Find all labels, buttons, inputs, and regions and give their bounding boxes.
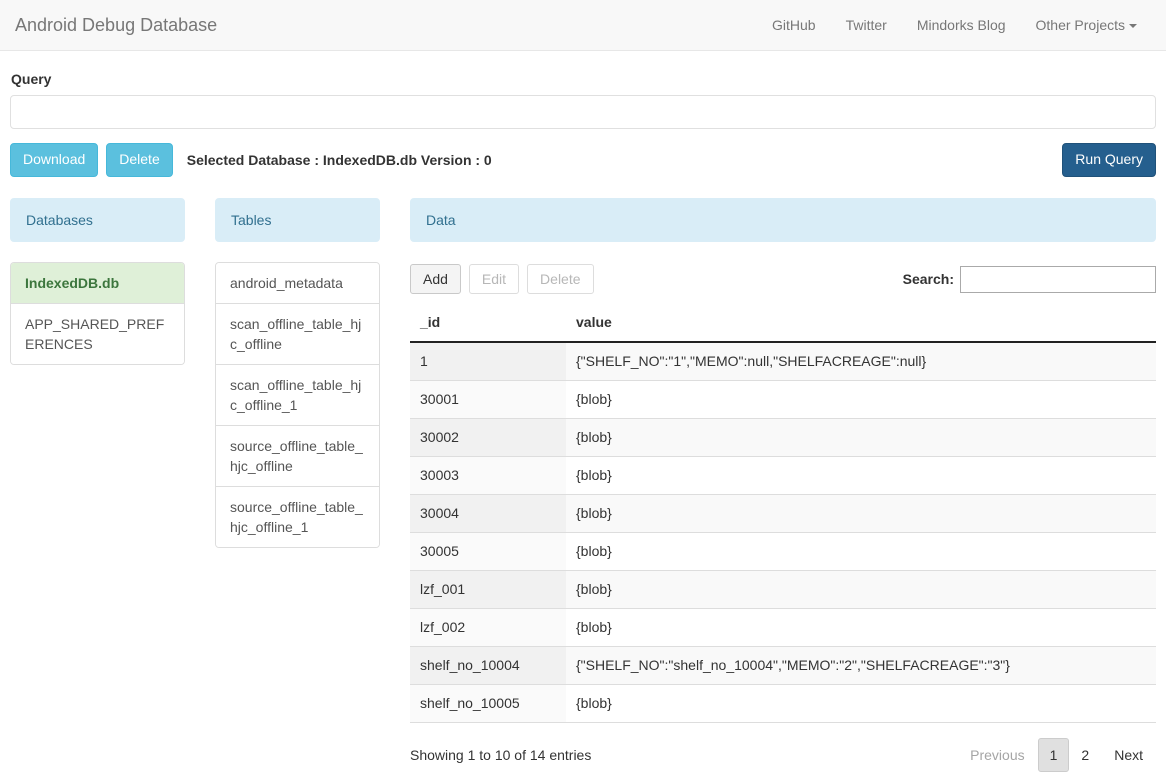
page-container: Query Download Delete Selected Database … — [0, 71, 1166, 773]
add-row-button[interactable]: Add — [410, 264, 461, 294]
database-list-item-indexeddb[interactable]: IndexedDB.db — [11, 263, 184, 304]
tables-list: android_metadata scan_offline_table_hjc_… — [215, 262, 380, 548]
action-bar: Download Delete Selected Database : Inde… — [10, 143, 1156, 177]
cell-id: 30004 — [410, 494, 566, 533]
cell-value: {blob} — [566, 418, 1156, 457]
pagination-previous[interactable]: Previous — [957, 738, 1037, 772]
table-row[interactable]: 30004 {blob} — [410, 494, 1156, 533]
cell-value: {blob} — [566, 380, 1156, 419]
table-row[interactable]: shelf_no_10005 {blob} — [410, 684, 1156, 723]
table-row[interactable]: 30002 {blob} — [410, 418, 1156, 457]
cell-id: 30003 — [410, 456, 566, 495]
nav-link-github[interactable]: GitHub — [757, 0, 831, 50]
cell-value: {blob} — [566, 570, 1156, 609]
databases-column: Databases IndexedDB.db APP_SHARED_PREFER… — [10, 198, 185, 365]
pagination-page-2[interactable]: 2 — [1069, 738, 1101, 772]
data-column: Data Add Edit Delete Search: _id value 1… — [410, 198, 1156, 773]
nav-link-other-projects[interactable]: Other Projects — [1021, 0, 1152, 50]
edit-row-button[interactable]: Edit — [468, 264, 520, 294]
cell-id: 1 — [410, 342, 566, 381]
query-label: Query — [11, 71, 52, 87]
download-button[interactable]: Download — [10, 143, 99, 177]
cell-value: {"SHELF_NO":"1","MEMO":null,"SHELFACREAG… — [566, 342, 1156, 381]
table-row[interactable]: shelf_no_10004 {"SHELF_NO":"shelf_no_100… — [410, 646, 1156, 685]
table-row[interactable]: 30001 {blob} — [410, 380, 1156, 419]
navbar-links: GitHub Twitter Mindorks Blog Other Proje… — [757, 0, 1152, 50]
tables-column: Tables android_metadata scan_offline_tab… — [215, 198, 380, 548]
search-area: Search: — [902, 265, 1156, 293]
app-brand-title[interactable]: Android Debug Database — [14, 15, 218, 35]
cell-id: shelf_no_10005 — [410, 684, 566, 723]
nav-link-other-projects-label: Other Projects — [1035, 17, 1125, 33]
selected-database-status: Selected Database : IndexedDB.db Version… — [186, 152, 492, 168]
table-list-item-android-metadata[interactable]: android_metadata — [216, 263, 379, 304]
cell-value: {blob} — [566, 494, 1156, 533]
data-table-header-row: _id value — [410, 314, 1156, 343]
cell-value: {blob} — [566, 456, 1156, 495]
pagination-next[interactable]: Next — [1101, 738, 1156, 772]
nav-link-mindorks-blog[interactable]: Mindorks Blog — [902, 0, 1021, 50]
delete-database-button[interactable]: Delete — [106, 143, 173, 177]
nav-link-twitter[interactable]: Twitter — [831, 0, 902, 50]
cell-id: 30001 — [410, 380, 566, 419]
pagination-page-1[interactable]: 1 — [1037, 738, 1070, 772]
search-input[interactable] — [960, 265, 1156, 293]
table-row[interactable]: lzf_002 {blob} — [410, 608, 1156, 647]
data-panel-header: Data — [410, 198, 1156, 242]
table-row[interactable]: lzf_001 {blob} — [410, 570, 1156, 609]
table-list-item-source-offline-table-hjc-offline-1[interactable]: source_offline_table_hjc_offline_1 — [216, 487, 379, 547]
cell-id: lzf_002 — [410, 608, 566, 647]
tables-panel-header: Tables — [215, 198, 380, 242]
cell-id: 30005 — [410, 532, 566, 571]
search-label: Search: — [902, 271, 954, 287]
cell-id: 30002 — [410, 418, 566, 457]
cell-value: {"SHELF_NO":"shelf_no_10004","MEMO":"2",… — [566, 646, 1156, 685]
data-toolbar: Add Edit Delete Search: — [410, 262, 1156, 296]
column-header-id[interactable]: _id — [410, 314, 566, 343]
showing-entries-info: Showing 1 to 10 of 14 entries — [410, 747, 592, 763]
data-table-body: 1 {"SHELF_NO":"1","MEMO":null,"SHELFACRE… — [410, 342, 1156, 723]
table-list-item-source-offline-table-hjc-offline[interactable]: source_offline_table_hjc_offline — [216, 426, 379, 487]
query-input[interactable] — [10, 95, 1156, 129]
panels-row: Databases IndexedDB.db APP_SHARED_PREFER… — [10, 198, 1156, 773]
cell-value: {blob} — [566, 684, 1156, 723]
table-list-item-scan-offline-table-hjc-offline-1[interactable]: scan_offline_table_hjc_offline_1 — [216, 365, 379, 426]
cell-id: shelf_no_10004 — [410, 646, 566, 685]
pagination: Previous 1 2 Next — [957, 738, 1156, 772]
chevron-down-icon — [1129, 24, 1137, 29]
table-list-item-scan-offline-table-hjc-offline[interactable]: scan_offline_table_hjc_offline — [216, 304, 379, 365]
column-header-value[interactable]: value — [566, 314, 1156, 343]
run-query-button[interactable]: Run Query — [1062, 143, 1156, 177]
data-table-head: _id value — [410, 314, 1156, 343]
cell-value: {blob} — [566, 608, 1156, 647]
table-footer: Showing 1 to 10 of 14 entries Previous 1… — [410, 737, 1156, 773]
table-row[interactable]: 30003 {blob} — [410, 456, 1156, 495]
table-row[interactable]: 1 {"SHELF_NO":"1","MEMO":null,"SHELFACRE… — [410, 342, 1156, 381]
cell-value: {blob} — [566, 532, 1156, 571]
table-row[interactable]: 30005 {blob} — [410, 532, 1156, 571]
data-table: _id value 1 {"SHELF_NO":"1","MEMO":null,… — [410, 314, 1156, 723]
database-list-item-app-shared-preferences[interactable]: APP_SHARED_PREFERENCES — [11, 304, 184, 364]
delete-row-button[interactable]: Delete — [527, 264, 594, 294]
databases-list: IndexedDB.db APP_SHARED_PREFERENCES — [10, 262, 185, 365]
databases-panel-header: Databases — [10, 198, 185, 242]
navbar: Android Debug Database GitHub Twitter Mi… — [0, 0, 1166, 51]
cell-id: lzf_001 — [410, 570, 566, 609]
